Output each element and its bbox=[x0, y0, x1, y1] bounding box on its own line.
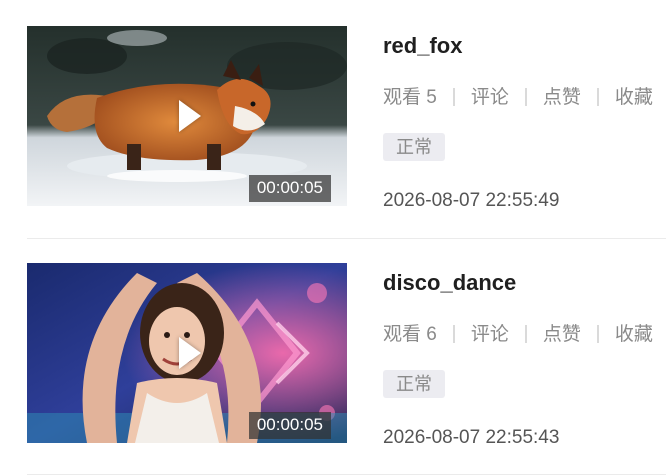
video-thumbnail[interactable]: 00:00:05 bbox=[27, 263, 347, 443]
play-icon[interactable] bbox=[179, 100, 201, 132]
views-count: 观看 6 bbox=[383, 324, 437, 345]
play-icon[interactable] bbox=[179, 337, 201, 369]
video-title[interactable]: disco_dance bbox=[383, 269, 516, 297]
status-badge: 正常 bbox=[383, 370, 445, 398]
video-duration: 00:00:05 bbox=[248, 175, 331, 202]
video-stats: 观看 5 评论 点赞 收藏 bbox=[383, 86, 653, 110]
comments-link[interactable]: 评论 bbox=[471, 87, 509, 108]
separator bbox=[452, 325, 455, 343]
divider bbox=[27, 474, 666, 475]
video-list-item[interactable]: 00:00:05 red_fox 观看 5 评论 点赞 收藏 正常 2026-08-0… bbox=[0, 0, 666, 237]
favorites-link[interactable]: 收藏 bbox=[615, 87, 653, 108]
video-stats: 观看 6 评论 点赞 收藏 bbox=[383, 323, 653, 347]
likes-link[interactable]: 点赞 bbox=[543, 324, 581, 345]
upload-timestamp: 2026-08-07 22:55:49 bbox=[383, 190, 560, 211]
separator bbox=[524, 325, 527, 343]
likes-link[interactable]: 点赞 bbox=[543, 87, 581, 108]
video-title[interactable]: red_fox bbox=[383, 32, 462, 60]
separator bbox=[596, 325, 599, 343]
video-thumbnail[interactable]: 00:00:05 bbox=[27, 26, 347, 206]
separator bbox=[452, 88, 455, 106]
video-duration: 00:00:05 bbox=[248, 412, 331, 439]
favorites-link[interactable]: 收藏 bbox=[615, 324, 653, 345]
comments-link[interactable]: 评论 bbox=[471, 324, 509, 345]
separator bbox=[596, 88, 599, 106]
views-count: 观看 5 bbox=[383, 87, 437, 108]
status-badge: 正常 bbox=[383, 133, 445, 161]
upload-timestamp: 2026-08-07 22:55:43 bbox=[383, 427, 560, 448]
separator bbox=[524, 88, 527, 106]
video-list-item[interactable]: 00:00:05 disco_dance 观看 6 评论 点赞 收藏 正常 2026-… bbox=[0, 237, 666, 474]
